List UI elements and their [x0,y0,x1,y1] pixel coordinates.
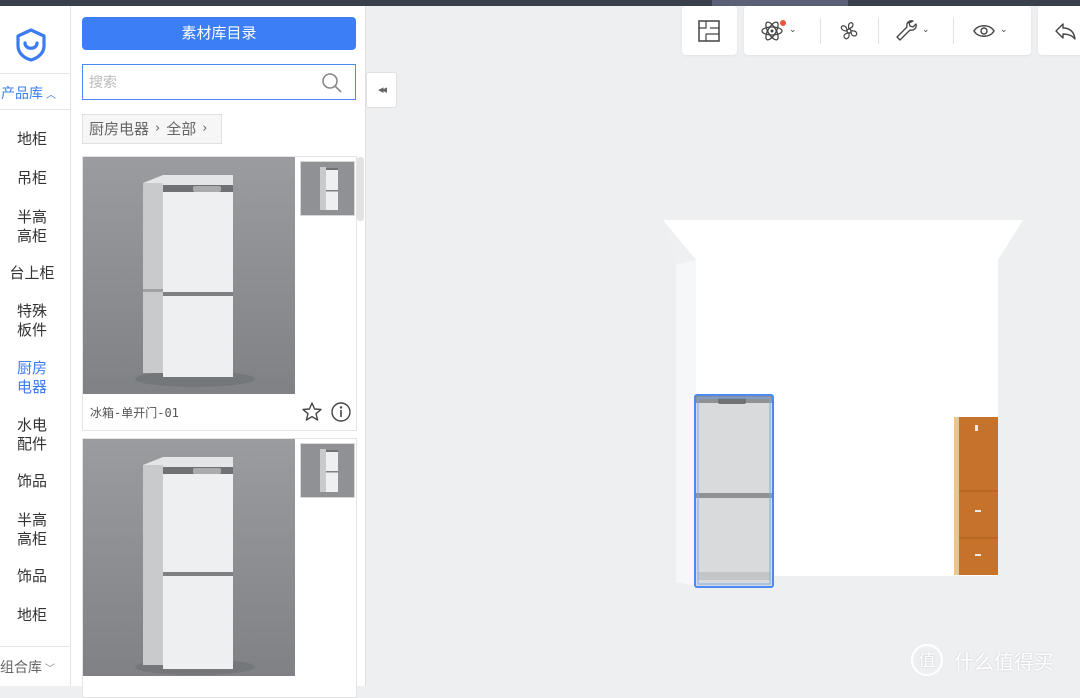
watermark-text: 什么值得买 [954,649,1054,674]
product-card[interactable] [82,438,357,698]
catalog-button[interactable]: 素材库目录 [82,17,356,50]
product-thumbnail[interactable] [300,443,355,498]
category-item[interactable]: 水电 配件 [0,416,64,454]
category-item[interactable]: 饰品 [0,472,64,491]
category-item[interactable]: 地柜 [0,130,64,149]
toolbar-divider [953,18,954,44]
chevron-down-icon[interactable]: ⌄ [1000,25,1008,35]
fan-icon[interactable] [837,18,861,44]
undo-icon[interactable] [1053,18,1077,44]
rail-divider [0,73,70,74]
category-rail: 产品库 ︿ 地柜 吊柜 半高 高柜 台上柜 特殊 板件 厨房 电器 水电 配件 饰品 半高 高柜饰… [0,6,71,686]
toolbar-divider [820,18,821,44]
design-canvas[interactable] [398,60,1080,686]
category-item[interactable]: 半高 高柜 [0,208,64,246]
product-library-label: 产品库 [1,86,43,102]
category-item[interactable]: 厨房 电器 [0,359,64,397]
svg-text:值: 值 [919,651,936,671]
rail-divider [0,646,70,647]
rail-divider [0,109,70,110]
category-item[interactable]: 吊柜 [0,169,64,188]
category-item[interactable]: 地柜 [0,606,64,625]
toolbar-group-history [1038,6,1080,55]
toolbar-divider [878,18,879,44]
breadcrumb-item-all[interactable]: 全部 [166,115,196,143]
chevron-up-icon: ︿ [46,90,56,101]
toolbar-group-view [682,6,737,55]
search-input[interactable] [87,65,311,101]
category-item[interactable]: 饰品 [0,567,64,586]
chevron-down-icon[interactable]: ⌄ [789,25,797,35]
chevron-down-icon[interactable]: ⌄ [922,25,930,35]
search-box [82,64,356,101]
product-image [83,439,295,676]
category-item[interactable]: 半高 高柜 [0,511,64,549]
app-logo-icon[interactable] [14,28,48,62]
watermark: 值 什么值得买 [910,642,1054,678]
room-left-wall [676,260,696,586]
favorite-star-icon[interactable] [301,401,323,423]
combo-library-label: 组合库 [0,660,42,676]
category-item[interactable]: 特殊 板件 [0,302,64,340]
panel-scrollbar[interactable] [357,157,364,221]
product-name: 冰箱-单开门-01 [90,406,179,420]
cabinet-model[interactable] [954,417,998,575]
category-item[interactable]: 台上柜 [0,264,64,283]
atom-icon[interactable] [760,18,788,44]
fridge-model[interactable] [694,394,774,588]
product-library-toggle[interactable]: 产品库 ︿ [0,83,70,103]
chevron-right-icon: › [155,121,161,136]
room-ceiling [663,220,1023,260]
wrench-icon[interactable] [894,18,918,44]
breadcrumb: 厨房电器 › 全部 › [82,114,223,144]
chevron-right-icon: › [202,121,208,136]
material-panel: 素材库目录 厨房电器 › 全部 › 冰箱 [71,6,366,698]
search-icon[interactable] [321,72,343,94]
product-image [83,157,295,394]
product-card[interactable]: 冰箱-单开门-01 [82,156,357,431]
breadcrumb-item-kitchen[interactable]: 厨房电器 [89,115,149,143]
eye-icon[interactable] [972,18,996,44]
watermark-logo-icon: 值 [910,643,944,677]
product-thumbnail[interactable] [300,161,355,216]
collapse-panel-button[interactable]: ◂◂ [366,72,397,108]
combo-library-toggle[interactable]: 组合库 ﹀ [0,657,70,677]
floorplan-icon[interactable] [697,18,721,44]
chevron-down-icon: ﹀ [45,664,55,675]
toolbar-group-tools: ⌄ ⌄ ⌄ [744,6,1031,55]
info-icon[interactable] [330,401,352,423]
